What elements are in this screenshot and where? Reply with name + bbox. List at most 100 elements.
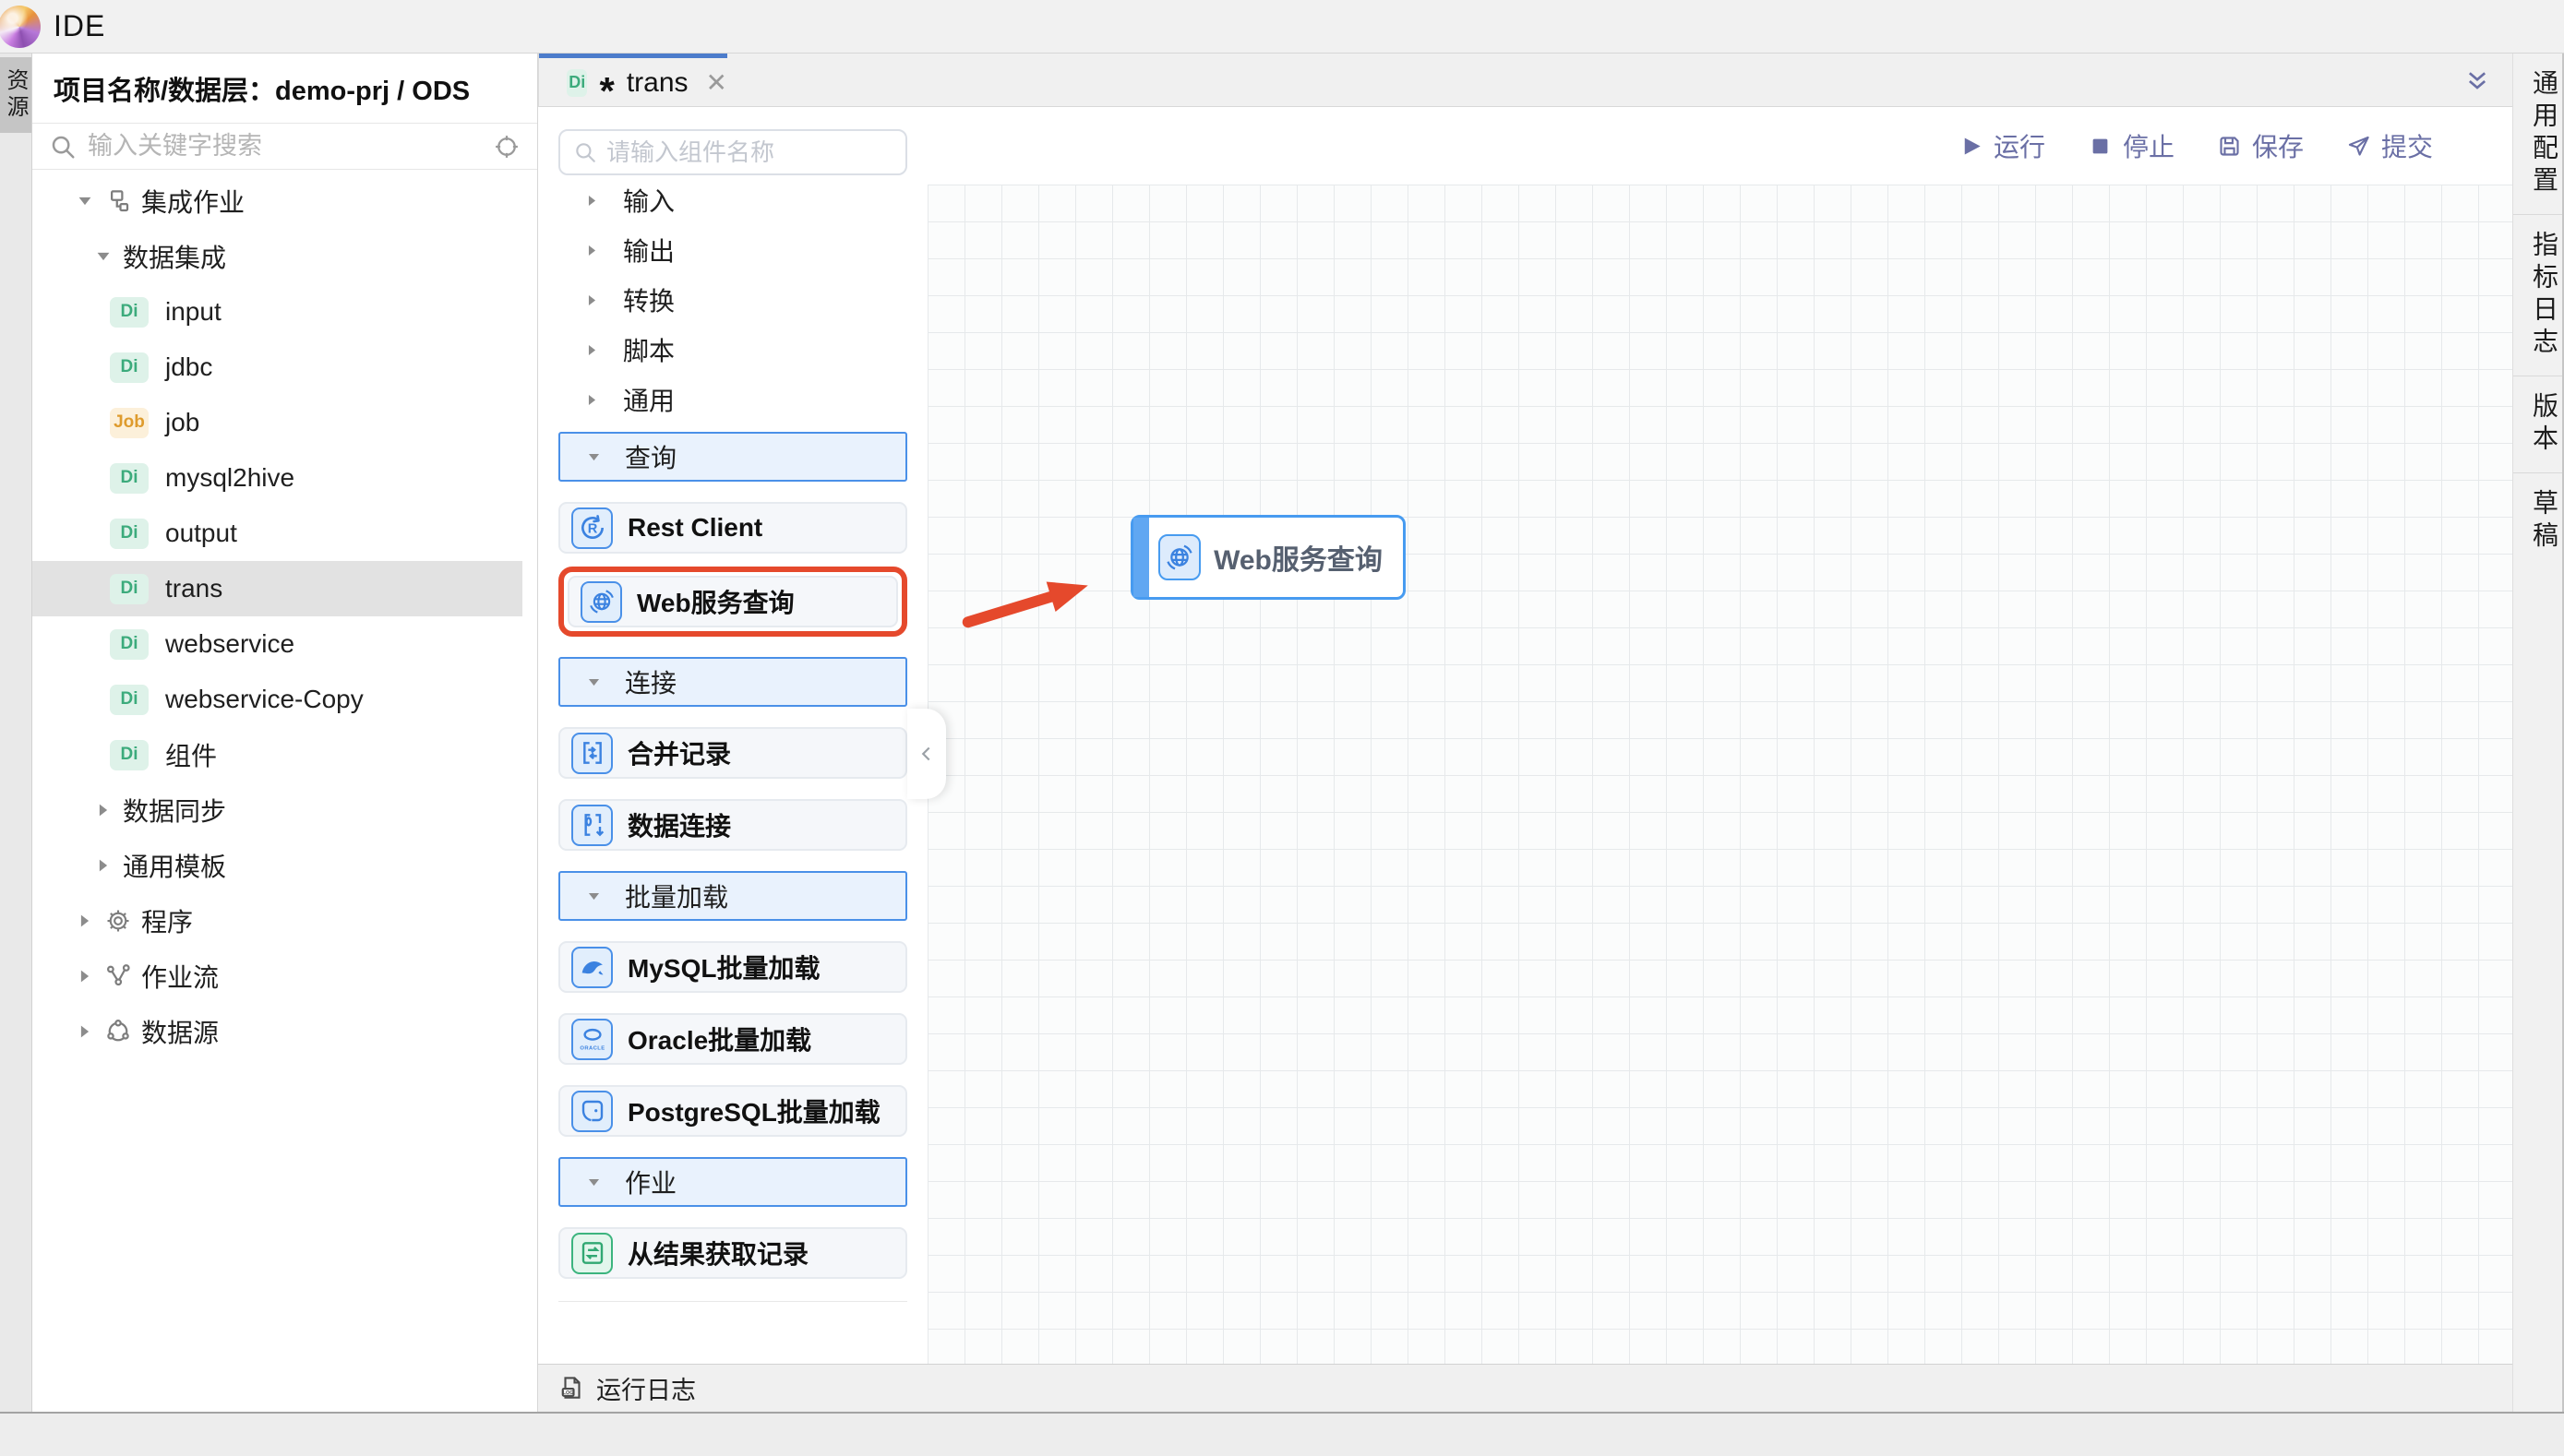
run-log-bar[interactable]: LOG 运行日志 [538,1364,2512,1411]
palette-item-label: Oracle批量加载 [628,1020,811,1057]
palette-item-data-connection[interactable]: 数据连接 [558,799,907,851]
tree-item-common-templates[interactable]: 通用模板 [32,838,537,893]
collapse-panel-icon[interactable] [2464,68,2490,94]
tab-close-icon[interactable]: ✕ [706,67,727,98]
tree-item-label: job [165,408,199,437]
tree-item-label: mysql2hive [165,463,294,493]
tree-item-programs[interactable]: 程序 [32,893,537,949]
stop-button[interactable]: 停止 [2088,127,2175,164]
palette-item-icon-box [571,733,613,774]
flow-canvas[interactable]: 运行 停止 保存 提交 Web服务查询 [928,107,2512,1364]
tree-item-label: webservice-Copy [165,685,364,714]
tree-item-label: 通用模板 [123,847,226,884]
run-button[interactable]: 运行 [1959,127,2045,164]
palette-category-input[interactable]: 输入 [558,175,907,225]
tree-item-data-integration[interactable]: 数据集成 [32,229,537,284]
canvas-grid[interactable] [928,185,2512,1364]
run-log-label: 运行日志 [596,1370,696,1406]
palette-category-label: 输入 [623,182,675,219]
tree-item-output[interactable]: Dioutput [32,506,537,561]
canvas-toolbar: 运行 停止 保存 提交 [928,107,2512,185]
palette-item-label: MySQL批量加载 [628,949,820,985]
save-button[interactable]: 保存 [2217,127,2304,164]
tree-item-jdbc[interactable]: Dijdbc [32,340,537,395]
palette-item-get-records-from-result[interactable]: 从结果获取记录 [558,1227,907,1279]
palette-category-job[interactable]: 作业 [558,1157,907,1207]
mysql-icon [578,952,607,982]
search-icon [49,133,77,161]
right-rail-tab-draft[interactable]: 草稿 [2513,473,2562,569]
tree-item-label: jdbc [165,352,212,382]
workflow-icon [104,962,132,990]
tab-trans[interactable]: Di * trans ✕ [539,54,727,107]
palette-category-label: 作业 [625,1164,677,1200]
tree-item-components[interactable]: Di组件 [32,727,537,782]
run-button-label: 运行 [1994,127,2045,164]
run-icon [1959,134,1983,159]
palette-item-oracle-bulk-load[interactable]: ORACLEOracle批量加载 [558,1013,907,1065]
tree-item-job-flows[interactable]: 作业流 [32,949,537,1004]
palette-category-output[interactable]: 输出 [558,225,907,275]
palette-category-transform[interactable]: 转换 [558,275,907,325]
tree-item-mysql2hive[interactable]: Dimysql2hive [32,450,537,506]
tree-item-data-sources[interactable]: 数据源 [32,1004,537,1059]
palette-item-icon-box [571,1091,613,1132]
tree-item-data-sync[interactable]: 数据同步 [32,782,537,838]
tree-item-webservice-copy[interactable]: Di webservice-Copy [32,672,537,727]
tree-item-label: webservice [165,629,294,659]
tree-item-webservice[interactable]: Diwebservice [32,616,537,672]
palette-category-label: 批量加载 [625,877,728,914]
type-badge: Di [110,685,149,715]
postgresql-icon [578,1096,607,1126]
palette-category-query[interactable]: 查询 [558,432,907,482]
stop-button-label: 停止 [2123,127,2175,164]
left-rail-tab-resources[interactable]: 资源 [0,57,31,133]
palette-item-postgresql-bulk-load[interactable]: PostgreSQL批量加载 [558,1085,907,1137]
palette-search-input[interactable] [606,138,893,167]
right-rail-tab-metrics-log[interactable]: 指标日志 [2513,215,2562,376]
palette-category-connect[interactable]: 连接 [558,657,907,707]
locate-icon[interactable] [493,133,521,161]
explorer-search-row [32,124,537,170]
palette-item-icon-box [571,1233,613,1274]
palette-item-mysql-bulk-load[interactable]: MySQL批量加载 [558,941,907,993]
submit-button[interactable]: 提交 [2346,127,2433,164]
right-rail-tab-version[interactable]: 版本 [2513,376,2562,473]
tree-item-input[interactable]: Diinput [32,284,537,340]
caret-right-icon [583,292,601,309]
save-icon [2217,134,2242,159]
flow-node-webservice-query[interactable]: Web服务查询 [1131,515,1406,600]
submit-button-label: 提交 [2381,127,2433,164]
tree-item-integration-jobs[interactable]: 集成作业 [32,173,537,229]
palette-collapse-handle[interactable] [907,709,946,799]
tree-item-label: input [165,297,222,327]
palette-item-icon-box [581,581,622,623]
palette-category-script[interactable]: 脚本 [558,325,907,375]
node-icon-box [1158,534,1201,580]
caret-down-icon [93,246,114,267]
palette-item-webservice-query[interactable]: Web服务查询 [568,576,898,627]
gear-icon [104,907,132,935]
palette-item-rest-client[interactable]: RRest Client [558,502,907,554]
caret-down-icon [75,191,95,211]
tree-item-job[interactable]: Jobjob [32,395,537,450]
palette-category-common[interactable]: 通用 [558,375,907,424]
explorer-panel: 项目名称/数据层：demo-prj / ODS 集成作业数据集成DiinputD… [32,54,538,1412]
tree-item-trans[interactable]: Ditrans [32,561,522,616]
caret-right-icon [75,1021,95,1042]
palette-category-bulk-load[interactable]: 批量加载 [558,871,907,921]
palette-item-icon-box [571,947,613,988]
palette-category-label: 通用 [623,381,675,418]
type-badge: Di [110,740,149,770]
tree-item-label: output [165,519,237,548]
node-label: Web服务查询 [1201,537,1403,578]
palette-item-merge-records[interactable]: 合并记录 [558,727,907,779]
bottom-window-band [0,1412,2564,1456]
right-rail-tab-general-config[interactable]: 通用配置 [2513,54,2562,215]
datasource-icon [104,1018,132,1045]
explorer-search-input[interactable] [88,132,482,161]
type-badge: Di [110,297,149,328]
palette-item-label: Rest Client [628,513,762,543]
get-records-icon [578,1238,607,1268]
caret-right-icon [93,855,114,876]
